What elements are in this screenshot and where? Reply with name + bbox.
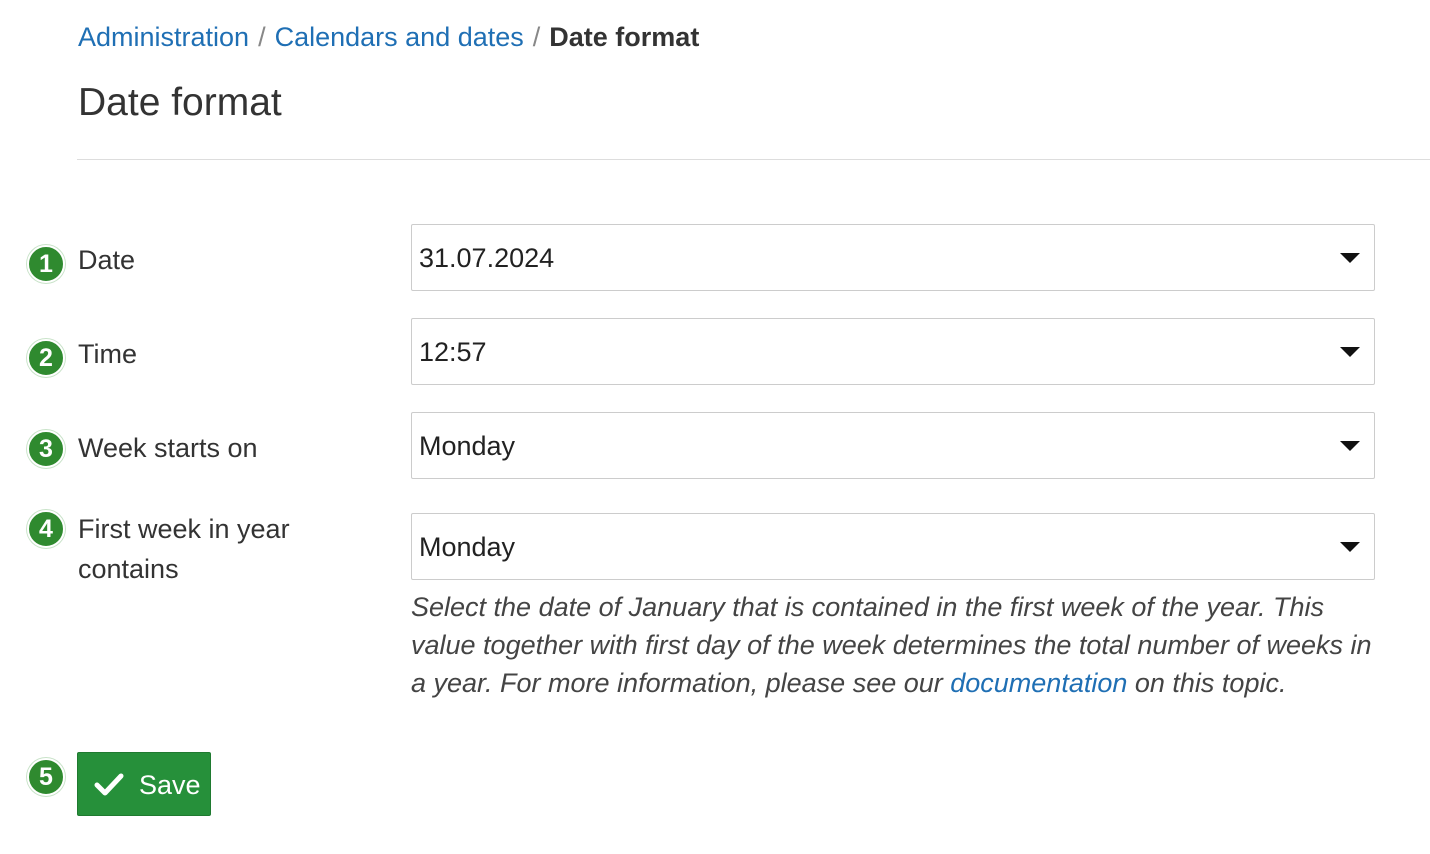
breadcrumb: Administration / Calendars and dates / Date … (78, 18, 699, 56)
week-starts-on-label: Week starts on (78, 433, 258, 463)
header-divider (77, 159, 1430, 160)
chevron-down-icon (1340, 347, 1360, 357)
checkmark-icon (94, 772, 124, 805)
documentation-link[interactable]: documentation (950, 668, 1127, 698)
save-button[interactable]: Save (77, 752, 211, 816)
step-marker-4: 4 (27, 510, 65, 548)
save-button-label: Save (139, 770, 201, 800)
time-label: Time (78, 339, 137, 369)
breadcrumb-link-administration[interactable]: Administration (78, 22, 249, 52)
first-week-in-year-value: Monday (419, 532, 516, 562)
step-marker-5: 5 (27, 758, 65, 796)
page-title: Date format (78, 81, 282, 124)
first-week-label-line2: contains (78, 554, 179, 584)
first-week-label: First week in year contains (78, 509, 290, 589)
chevron-down-icon (1340, 542, 1360, 552)
chevron-down-icon (1340, 441, 1360, 451)
breadcrumb-separator: / (258, 22, 266, 52)
breadcrumb-current: Date format (549, 22, 700, 52)
first-week-in-year-select[interactable]: Monday (411, 513, 1375, 580)
chevron-down-icon (1340, 253, 1360, 263)
week-starts-on-select[interactable]: Monday (411, 412, 1375, 479)
step-marker-3: 3 (27, 430, 65, 468)
date-format-select[interactable]: 31.07.2024 (411, 224, 1375, 291)
week-starts-on-value: Monday (419, 431, 516, 461)
first-week-help-text: Select the date of January that is conta… (411, 588, 1386, 702)
time-format-value: 12:57 (419, 337, 487, 367)
breadcrumb-separator: / (532, 22, 541, 52)
time-format-select[interactable]: 12:57 (411, 318, 1375, 385)
step-marker-2: 2 (27, 339, 65, 377)
step-marker-1: 1 (27, 245, 65, 283)
date-format-value: 31.07.2024 (419, 243, 555, 273)
help-text-after-link: on this topic. (1127, 668, 1287, 698)
first-week-label-line1: First week in year (78, 514, 290, 544)
breadcrumb-link-calendars-and-dates[interactable]: Calendars and dates (275, 22, 524, 52)
date-label: Date (78, 245, 136, 275)
